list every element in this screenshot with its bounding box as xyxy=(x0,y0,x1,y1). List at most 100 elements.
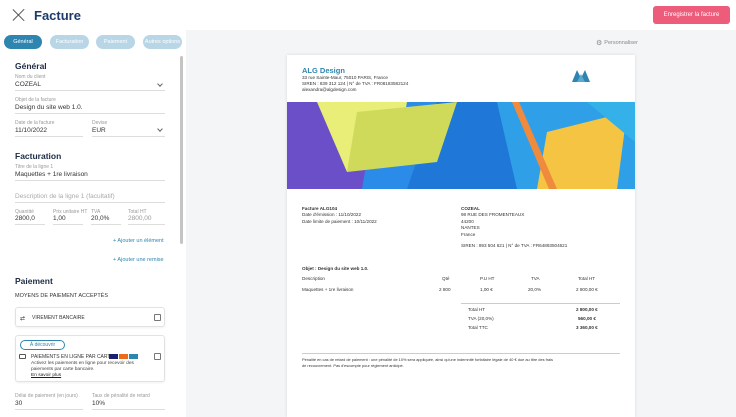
gear-icon: ⚙ xyxy=(596,40,603,47)
credit-card-icon xyxy=(19,354,26,359)
section-title-general: Général xyxy=(15,61,47,71)
add-discount-button[interactable]: + Ajouter une remise xyxy=(113,257,164,263)
col-header-unit-price: P.U HT xyxy=(480,276,495,281)
footer-divider xyxy=(302,353,620,354)
invoice-object: Objet : Design du site web 1.0. xyxy=(302,266,369,271)
section-title-billing: Facturation xyxy=(15,151,62,161)
personalise-label: Personnaliser xyxy=(604,40,638,46)
col-header-qty: Qté xyxy=(442,276,450,281)
section-title-payment: Paiement xyxy=(15,276,53,286)
mastercard-icon xyxy=(119,354,128,359)
total-tva-value: 560,00 € xyxy=(578,316,596,321)
late-penalty-label: Taux de pénalité de retard xyxy=(92,393,150,399)
divider xyxy=(15,113,165,114)
col-header-total: Total HT xyxy=(578,276,596,281)
client-city: NANTES xyxy=(461,225,480,230)
divider xyxy=(92,136,165,137)
page-title: Facture xyxy=(34,8,81,23)
late-penalty-input[interactable]: 10% xyxy=(92,400,105,407)
line-title-label: Titre de la ligne 1 xyxy=(15,164,54,170)
learn-more-link[interactable]: En savoir plus xyxy=(31,373,61,378)
total-ttc-label: Total TTC xyxy=(468,325,488,330)
card-payment-option[interactable]: À découvrir PAIEMENTS EN LIGNE PAR CARTE… xyxy=(15,335,165,382)
divider xyxy=(15,180,165,181)
client-label: Nom du client xyxy=(15,74,46,80)
client-zip: 44200 xyxy=(461,219,474,224)
divider xyxy=(15,90,165,91)
object-label: Objet de la facture xyxy=(15,97,56,103)
transfer-arrows-icon: ⇄ xyxy=(20,316,26,322)
chevron-down-icon[interactable] xyxy=(157,126,163,132)
tva-select[interactable]: 20,0% xyxy=(91,215,109,222)
footer-note-1: Pénalité en cas de retard de paiement : … xyxy=(302,357,553,362)
line-description-input[interactable]: Description de la ligne 1 (facultatif) xyxy=(15,193,115,200)
total-ttc-value: 3 360,00 € xyxy=(576,325,598,330)
divider xyxy=(15,136,83,137)
date-label: Date de la facture xyxy=(15,120,55,126)
divider xyxy=(53,224,83,225)
bank-transfer-checkbox[interactable] xyxy=(154,314,161,321)
card-payment-desc-1: Activez les paiements en ligne pour rece… xyxy=(31,361,134,366)
tab-payment[interactable]: Paiement xyxy=(96,35,135,49)
invoice-number: Facture ALG104 xyxy=(302,206,338,211)
client-street: 98 RUE DES FROMENTEAUX xyxy=(461,212,525,217)
table-row-description: Maquettes + 1re livraison xyxy=(302,287,354,292)
divider xyxy=(15,409,83,410)
issue-date: Date d'émission : 11/10/2022 xyxy=(302,212,362,217)
invoice-preview: ALG Design 33 rue Sainte-Maur, 75010 PAR… xyxy=(287,55,635,417)
tab-billing[interactable]: Facturation xyxy=(50,35,89,49)
table-row-unit-price: 1,00 € xyxy=(480,287,493,292)
divider xyxy=(15,224,45,225)
divider xyxy=(15,202,165,203)
date-input[interactable]: 11/10/2022 xyxy=(15,127,47,134)
card-brands xyxy=(109,354,138,359)
client-select[interactable]: COZEAL xyxy=(15,81,41,88)
close-icon[interactable] xyxy=(12,8,26,22)
card-payment-checkbox[interactable] xyxy=(154,353,161,360)
delay-input[interactable]: 30 xyxy=(15,400,22,407)
divider xyxy=(91,224,121,225)
bank-transfer-label: VIREMENT BANCAIRE xyxy=(32,315,85,321)
total-value: 2800,00 xyxy=(128,215,152,222)
col-header-tva: TVA xyxy=(531,276,540,281)
company-ids: SIREN : 839 312 124 | N° de TVA : FR0818… xyxy=(302,81,409,86)
object-input[interactable]: Design du site web 1.0. xyxy=(15,104,83,111)
top-bar: Facture Enregistrer la facture xyxy=(0,0,736,30)
table-row-qty: 2 800 xyxy=(439,287,451,292)
line-title-input[interactable]: Maquettes + 1re livraison xyxy=(15,171,88,178)
unit-price-input[interactable]: 1,00 xyxy=(53,215,66,222)
company-email: alexandra@algdesign.com xyxy=(302,87,357,92)
chevron-down-icon[interactable] xyxy=(157,81,163,87)
tab-general[interactable]: Général xyxy=(4,35,42,49)
company-name: ALG Design xyxy=(302,66,345,75)
left-panel-scrollbar[interactable] xyxy=(180,56,183,244)
card-payment-desc-2: paiements par carte bancaire. xyxy=(31,367,95,372)
col-header-description: Description xyxy=(302,276,325,281)
tab-other-options[interactable]: Autres options xyxy=(143,35,182,49)
company-address: 33 rue Sainte-Maur, 75010 PARIS, France xyxy=(302,75,388,80)
banner-image xyxy=(287,102,635,189)
delay-label: Délai de paiement (en jours) xyxy=(15,393,78,399)
payment-methods-title: MOYENS DE PAIEMENT ACCEPTÉS xyxy=(15,293,109,299)
total-ht-value: 2 800,00 € xyxy=(576,307,598,312)
discover-badge: À découvrir xyxy=(20,340,65,350)
card-payment-label: PAIEMENTS EN LIGNE PAR CARTE xyxy=(31,354,114,360)
qty-input[interactable]: 2800,0 xyxy=(15,215,35,222)
client-country: France xyxy=(461,232,476,237)
total-ht-label: Total HT xyxy=(468,307,486,312)
footer-note-2: de recouvrement. Pas d'escompte pour règ… xyxy=(302,363,404,368)
personalise-button[interactable]: ⚙ Personnaliser xyxy=(596,39,638,47)
save-invoice-button[interactable]: Enregistrer la facture xyxy=(653,6,730,24)
company-logo xyxy=(572,70,590,82)
table-row-tva: 20,0% xyxy=(528,287,542,292)
add-line-button[interactable]: + Ajouter un élément xyxy=(113,238,164,244)
divider xyxy=(128,224,165,225)
due-date: Date limite de paiement : 10/11/2022 xyxy=(302,219,377,224)
table-row-total: 2 800,00 € xyxy=(576,287,598,292)
divider xyxy=(92,409,165,410)
visa-icon xyxy=(109,354,118,359)
currency-label: Devise xyxy=(92,120,108,126)
client-ids: SIREN : 893 504 621 | N° de TVA : FR6489… xyxy=(461,243,568,248)
currency-select[interactable]: EUR xyxy=(92,127,106,134)
bank-transfer-option[interactable]: ⇄ VIREMENT BANCAIRE xyxy=(15,307,165,327)
